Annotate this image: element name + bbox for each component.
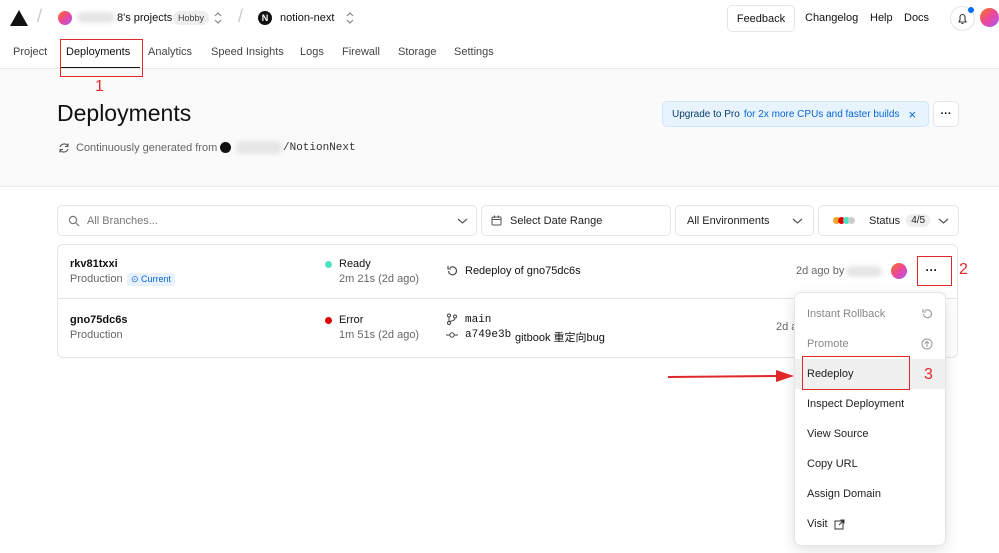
status-dot <box>325 317 332 324</box>
branch-search-input[interactable]: All Branches... <box>87 215 158 227</box>
git-commit-icon <box>446 332 458 338</box>
tab-analytics[interactable]: Analytics <box>148 46 192 58</box>
annotation-box-3 <box>802 356 910 390</box>
calendar-icon <box>491 215 502 226</box>
changelog-link[interactable]: Changelog <box>805 12 858 24</box>
menu-item-view-source[interactable]: View Source <box>795 419 945 449</box>
vercel-logo-icon[interactable] <box>10 10 28 26</box>
tab-logs[interactable]: Logs <box>300 46 324 58</box>
status-dots-icon <box>833 217 855 224</box>
separator: / <box>37 6 43 26</box>
annotation-box-2 <box>917 256 952 286</box>
menu-item-visit[interactable]: Visit <box>795 509 945 539</box>
branch-name[interactable]: main <box>465 314 491 326</box>
redacted-repo-owner <box>236 141 282 154</box>
chevron-up-down-icon[interactable] <box>345 11 355 25</box>
menu-item-assign-domain[interactable]: Assign Domain <box>795 479 945 509</box>
page-title: Deployments <box>57 100 192 126</box>
deployment-env: Production <box>70 273 123 285</box>
feedback-button[interactable]: Feedback <box>727 5 795 32</box>
undo-icon <box>922 309 932 319</box>
time-text: 2d ago by <box>796 265 845 277</box>
tab-settings[interactable]: Settings <box>454 46 494 58</box>
refresh-icon <box>59 143 69 153</box>
help-link[interactable]: Help <box>870 12 893 24</box>
deployment-env: Production <box>70 329 123 341</box>
branch-search[interactable]: All Branches... <box>57 205 477 236</box>
date-range-picker[interactable]: Select Date Range <box>481 205 671 236</box>
menu-item-promote[interactable]: Promote <box>795 329 945 359</box>
deployment-id[interactable]: rkv81txxi <box>70 258 118 270</box>
status-label: Status <box>869 214 901 227</box>
repo-link[interactable]: /NotionNext <box>283 142 356 154</box>
user-avatar[interactable] <box>980 8 999 27</box>
source-text: Redeploy of gno75dc6s <box>465 265 581 277</box>
github-icon <box>220 142 231 153</box>
annotation-number-1: 1 <box>95 78 104 95</box>
status-filter[interactable]: Status 4/5 <box>818 205 959 236</box>
status-dot <box>325 261 332 268</box>
upgrade-rest: for 2x more CPUs and faster builds <box>743 108 900 120</box>
current-badge-label: Current <box>141 274 172 284</box>
current-badge: ⊙ Current <box>127 273 176 286</box>
duration-text: 2m 21s (2d ago) <box>339 273 420 285</box>
team-avatar[interactable] <box>58 11 72 25</box>
redeploy-icon <box>447 266 457 276</box>
tab-project[interactable]: Project <box>13 46 47 58</box>
notion-logo-icon: N <box>258 11 272 25</box>
status-text: Error <box>339 314 364 326</box>
redacted-user <box>846 266 882 277</box>
tab-firewall[interactable]: Firewall <box>342 46 380 58</box>
environments-label: All Environments <box>687 214 770 227</box>
menu-item-label: Visit <box>807 518 828 530</box>
source-prefix: Continuously generated from <box>76 142 218 154</box>
upgrade-banner[interactable]: Upgrade to Pro for 2x more CPUs and fast… <box>662 101 929 127</box>
menu-item-label: Instant Rollback <box>807 308 886 320</box>
close-icon[interactable]: × <box>908 107 916 122</box>
tab-speed-insights[interactable]: Speed Insights <box>211 46 284 58</box>
menu-item-label: Assign Domain <box>807 488 881 500</box>
top-bar <box>0 0 999 69</box>
menu-item-inspect-deployment[interactable]: Inspect Deployment <box>795 389 945 419</box>
menu-item-label: Promote <box>807 338 849 350</box>
annotation-box-1 <box>60 39 143 77</box>
date-range-label: Select Date Range <box>510 214 603 227</box>
status-text: Ready <box>339 258 371 270</box>
commit-message: gitbook 重定向bug <box>515 332 605 344</box>
chevron-down-icon <box>457 218 468 224</box>
chevron-up-down-icon[interactable] <box>213 11 223 25</box>
tab-storage[interactable]: Storage <box>398 46 437 58</box>
arrow-up-circle-icon <box>921 338 933 350</box>
annotation-number-3: 3 <box>924 366 933 383</box>
chevron-down-icon <box>938 218 949 224</box>
separator: / <box>238 6 244 26</box>
search-icon <box>68 215 80 226</box>
docs-link[interactable]: Docs <box>904 12 929 24</box>
menu-item-label: Inspect Deployment <box>807 398 905 410</box>
menu-item-label: Copy URL <box>807 458 858 470</box>
user-avatar <box>891 263 907 279</box>
menu-item-label: View Source <box>807 428 869 440</box>
status-count-badge: 4/5 <box>906 214 931 227</box>
annotation-arrow-icon <box>668 370 794 382</box>
notification-dot <box>968 7 974 13</box>
annotation-number-2: 2 <box>959 261 968 278</box>
plan-badge: Hobby <box>173 11 210 25</box>
chevron-down-icon <box>792 218 803 224</box>
more-options-button[interactable]: ··· <box>933 101 959 127</box>
project-owner-label[interactable]: 8's projects <box>117 12 172 24</box>
external-link-icon <box>834 519 845 529</box>
commit-hash[interactable]: a749e3b <box>465 329 511 341</box>
menu-item-copy-url[interactable]: Copy URL <box>795 449 945 479</box>
upgrade-strong[interactable]: Upgrade to Pro <box>672 109 740 120</box>
redacted-name <box>77 12 115 23</box>
environments-select[interactable]: All Environments <box>675 205 814 236</box>
project-name[interactable]: notion-next <box>280 12 334 24</box>
git-branch-icon <box>447 313 457 325</box>
row-actions-menu: Instant Rollback Promote Redeploy Inspec… <box>794 292 946 546</box>
menu-item-instant-rollback[interactable]: Instant Rollback <box>795 299 945 329</box>
duration-text: 1m 51s (2d ago) <box>339 329 420 341</box>
deployment-id[interactable]: gno75dc6s <box>70 314 127 326</box>
